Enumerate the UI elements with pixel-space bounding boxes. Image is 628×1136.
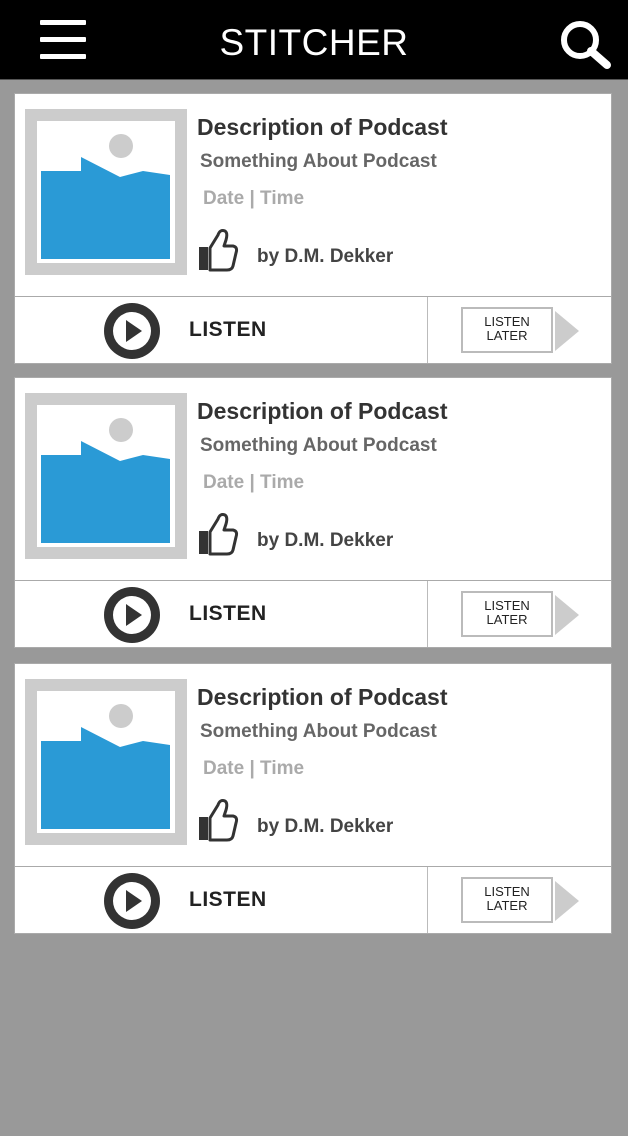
podcast-author: by D.M. Dekker bbox=[257, 816, 394, 837]
thumbs-up-icon[interactable] bbox=[195, 797, 239, 843]
action-divider bbox=[427, 867, 428, 933]
thumbs-up-icon[interactable] bbox=[195, 227, 239, 273]
top-app-bar: STITCHER bbox=[0, 0, 628, 80]
image-placeholder-icon bbox=[25, 679, 187, 845]
podcast-subtitle: Something About Podcast bbox=[200, 435, 437, 456]
arrow-right-icon[interactable] bbox=[553, 309, 581, 353]
thumbs-up-icon[interactable] bbox=[195, 511, 239, 557]
play-icon bbox=[104, 587, 160, 643]
action-divider bbox=[427, 297, 428, 363]
podcast-card[interactable]: Description of Podcast Something About P… bbox=[14, 377, 612, 581]
listen-later-button[interactable]: LISTEN LATER bbox=[461, 307, 553, 353]
search-icon[interactable] bbox=[556, 18, 614, 70]
listen-label: LISTEN bbox=[189, 318, 267, 341]
podcast-author: by D.M. Dekker bbox=[257, 246, 394, 267]
podcast-card[interactable]: Description of Podcast Something About P… bbox=[14, 93, 612, 297]
listen-label: LISTEN bbox=[189, 888, 267, 911]
image-placeholder-icon bbox=[25, 393, 187, 559]
listen-label: LISTEN bbox=[189, 602, 267, 625]
play-icon bbox=[104, 873, 160, 929]
podcast-title: Description of Podcast bbox=[197, 684, 448, 710]
podcast-title: Description of Podcast bbox=[197, 398, 448, 424]
play-icon bbox=[104, 303, 160, 359]
podcast-title: Description of Podcast bbox=[197, 114, 448, 140]
image-placeholder-icon bbox=[25, 109, 187, 275]
podcast-subtitle: Something About Podcast bbox=[200, 721, 437, 742]
listen-later-button[interactable]: LISTEN LATER bbox=[461, 591, 553, 637]
listen-button[interactable]: LISTEN bbox=[15, 297, 427, 363]
podcast-date-time: Date | Time bbox=[203, 758, 305, 779]
podcast-author: by D.M. Dekker bbox=[257, 530, 394, 551]
arrow-right-icon[interactable] bbox=[553, 593, 581, 637]
podcast-action-row: LISTEN LISTEN LATER bbox=[14, 296, 612, 364]
app-title: STITCHER bbox=[219, 22, 409, 63]
podcast-action-row: LISTEN LISTEN LATER bbox=[14, 866, 612, 934]
podcast-date-time: Date | Time bbox=[203, 472, 305, 493]
listen-later-button[interactable]: LISTEN LATER bbox=[461, 877, 553, 923]
podcast-action-row: LISTEN LISTEN LATER bbox=[14, 580, 612, 648]
listen-later-label: LISTEN LATER bbox=[484, 598, 530, 627]
podcast-card[interactable]: Description of Podcast Something About P… bbox=[14, 663, 612, 867]
podcast-subtitle: Something About Podcast bbox=[200, 151, 437, 172]
listen-later-label: LISTEN LATER bbox=[484, 884, 530, 913]
podcast-date-time: Date | Time bbox=[203, 188, 305, 209]
arrow-right-icon[interactable] bbox=[553, 879, 581, 923]
listen-later-label: LISTEN LATER bbox=[484, 314, 530, 343]
action-divider bbox=[427, 581, 428, 647]
listen-button[interactable]: LISTEN bbox=[15, 867, 427, 933]
listen-button[interactable]: LISTEN bbox=[15, 581, 427, 647]
